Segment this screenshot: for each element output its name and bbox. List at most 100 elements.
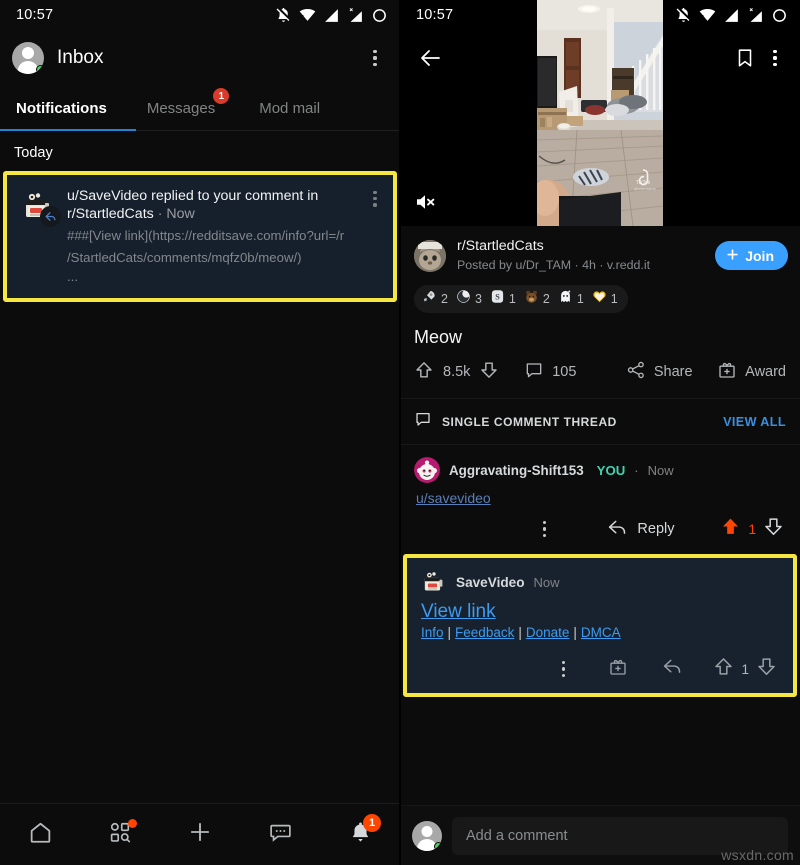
info-link[interactable]: Info [421, 625, 444, 640]
upvote-arrow-filled-icon[interactable] [720, 516, 741, 542]
svg-text:S: S [495, 293, 500, 302]
single-thread-bar: SINGLE COMMENT THREAD VIEW ALL [400, 398, 800, 445]
user-avatar[interactable] [412, 820, 442, 851]
notification-dot: · [157, 206, 163, 222]
tab-notifications-label: Notifications [16, 99, 107, 117]
post-video-player[interactable]: TikTok @username 10:57 [400, 0, 800, 226]
svg-text:@username: @username [634, 186, 657, 191]
bot-comment-header: SaveVideo Now [421, 569, 779, 595]
volume-muted-icon[interactable] [410, 186, 442, 218]
post-action-bar: 8.5k 105 Share Award [400, 360, 800, 398]
subreddit-name[interactable]: r/StartledCats [457, 238, 704, 255]
reply-arrow-icon[interactable] [662, 656, 683, 682]
tab-messages-label: Messages [146, 99, 216, 117]
nav-discover[interactable] [92, 815, 148, 855]
notification-subreddit: r/StartledCats [67, 206, 154, 222]
award-count: 1 [610, 292, 618, 306]
status-bar-left: 10:57 [0, 0, 400, 30]
active-tab-indicator [0, 128, 136, 131]
bot-comment: SaveVideo Now View link Info | Feedback | Do… [407, 558, 793, 693]
comment-mention-link[interactable]: u/savevideo [416, 490, 491, 506]
savevideo-bot-avatar[interactable] [421, 569, 447, 595]
messages-badge: 1 [213, 88, 230, 104]
feedback-link[interactable]: Feedback [455, 625, 514, 640]
nav-inbox[interactable]: 1 [332, 813, 388, 855]
kebab-menu-icon[interactable] [762, 50, 788, 66]
award-item: 3 [456, 289, 482, 309]
award-gift-icon[interactable] [608, 657, 628, 682]
post-comment-count: 105 [552, 364, 577, 380]
kebab-menu-icon[interactable] [552, 661, 574, 677]
reddit-snoo-avatar[interactable] [414, 457, 440, 483]
inbox-header: Inbox [0, 30, 400, 86]
downvote-arrow-icon[interactable] [763, 516, 784, 542]
panel-divider [399, 0, 401, 865]
comment-time: Now [647, 462, 674, 478]
notification-action-text: replied to your comment in [147, 188, 319, 204]
award-item: 1 [592, 289, 618, 309]
view-link-button[interactable]: View link [421, 601, 496, 623]
nav-create[interactable] [172, 815, 228, 855]
notification-overflow-icon[interactable] [365, 187, 385, 284]
inbox-badge: 1 [363, 813, 381, 832]
award-count: 2 [441, 292, 448, 306]
awards-row[interactable]: 2 3 S 1 2 1 1 [414, 285, 628, 313]
tab-mod-mail-label: Mod mail [259, 99, 321, 117]
bookmark-icon[interactable] [728, 41, 762, 75]
status-icon-group [275, 7, 388, 24]
bot-comment-highlight-box: SaveVideo Now View link Info | Feedback | Do… [403, 554, 797, 697]
notification-title: u/SaveVideo replied to your comment in r… [67, 187, 353, 223]
bottom-navigation-bar: 1 [0, 803, 400, 865]
upvote-arrow-icon[interactable] [713, 656, 734, 682]
signal-no-sim-icon [747, 7, 764, 24]
notification-highlight-box: u/SaveVideo replied to your comment in r… [3, 171, 397, 302]
post-byline: Posted by u/Dr_TAM · 4h · v.redd.it [457, 258, 651, 272]
screenshot-root: 10:57 Inbox Notifications Messages 1 Mod… [0, 0, 800, 865]
back-arrow-icon[interactable] [414, 41, 448, 75]
subreddit-avatar[interactable] [414, 239, 446, 272]
post-score: 8.5k [443, 364, 471, 380]
tab-divider [0, 128, 400, 131]
nav-chat[interactable] [252, 815, 308, 855]
user-comment: Aggravating-Shift153 YOU · Now u/savevid… [400, 445, 800, 552]
silver-s-award: S [490, 289, 505, 309]
add-comment-placeholder: Add a comment [466, 827, 568, 844]
comment-count-button[interactable]: 105 [524, 360, 626, 384]
user-avatar[interactable] [12, 42, 44, 74]
kebab-menu-icon[interactable] [364, 50, 386, 66]
dmca-link[interactable]: DMCA [581, 625, 621, 640]
award-label: Award [745, 364, 786, 380]
downvote-arrow-icon[interactable] [479, 360, 499, 384]
award-item: S 1 [490, 289, 516, 309]
reply-button[interactable]: Reply [607, 517, 674, 542]
downvote-arrow-icon[interactable] [756, 656, 777, 682]
silver-rocket-award [422, 289, 437, 309]
award-count: 1 [508, 292, 516, 306]
donate-link[interactable]: Donate [526, 625, 570, 640]
comment-author[interactable]: Aggravating-Shift153 [449, 463, 584, 478]
home-icon [28, 820, 53, 850]
join-button-label: Join [745, 247, 774, 264]
signal-icon [323, 7, 340, 24]
kebab-menu-icon[interactable] [533, 521, 555, 537]
award-item: 1 [558, 289, 584, 309]
notification-body: u/SaveVideo replied to your comment in r… [67, 187, 353, 284]
status-icon-group-right [675, 7, 788, 24]
upvote-arrow-icon[interactable] [414, 360, 434, 384]
tab-mod-mail[interactable]: Mod mail [235, 86, 320, 130]
tab-notifications[interactable]: Notifications [0, 86, 125, 130]
award-button[interactable]: Award [717, 360, 786, 384]
view-all-button[interactable]: VIEW ALL [723, 415, 786, 429]
share-button[interactable]: Share [626, 360, 717, 384]
join-button[interactable]: Join [715, 241, 788, 270]
link-separator: | [518, 625, 522, 640]
status-bar-right: 10:57 [400, 0, 800, 30]
nav-home[interactable] [12, 815, 68, 855]
bot-comment-author[interactable]: SaveVideo [456, 575, 525, 590]
online-presence-dot [36, 65, 44, 74]
tab-messages[interactable]: Messages 1 [125, 86, 235, 130]
discover-notification-dot [128, 818, 137, 828]
status-clock-right: 10:57 [416, 7, 454, 23]
notification-item[interactable]: u/SaveVideo replied to your comment in r… [7, 175, 393, 298]
watermark: wsxdn.com [721, 847, 794, 863]
